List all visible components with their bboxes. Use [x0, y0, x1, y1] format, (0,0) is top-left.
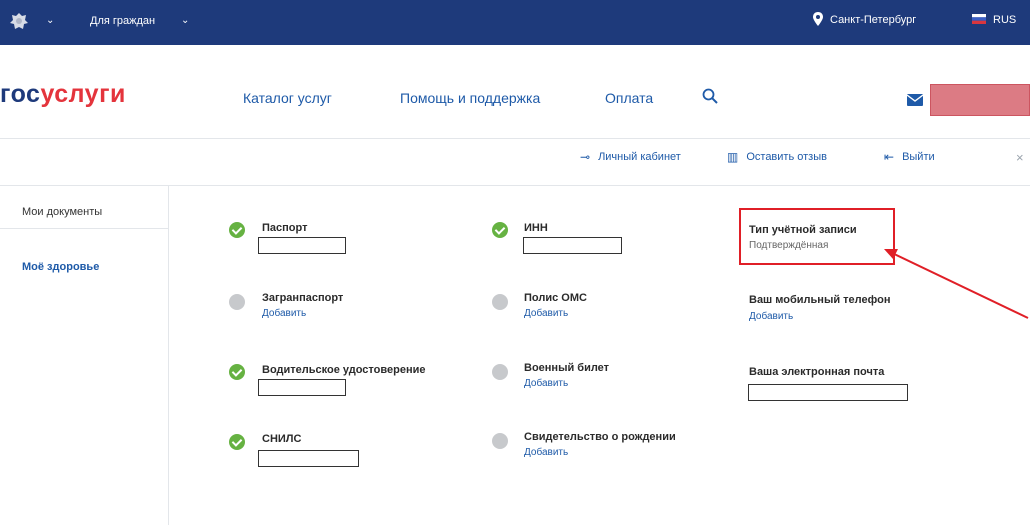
- driver-license-field-redacted: [258, 379, 346, 396]
- snils-status-ok-icon: [229, 434, 245, 450]
- nav-payment-link[interactable]: Оплата: [605, 90, 653, 106]
- sidebar-divider: [168, 186, 169, 525]
- personal-cabinet-label: Личный кабинет: [598, 151, 681, 163]
- sidebar-item-my-documents[interactable]: Мои документы: [22, 206, 102, 218]
- user-account-button-redacted[interactable]: [930, 84, 1030, 116]
- annotation-arrow-icon: [884, 249, 1029, 319]
- search-icon[interactable]: [702, 88, 718, 104]
- key-icon: ⊸: [580, 150, 591, 164]
- leave-feedback-label: Оставить отзыв: [746, 151, 827, 163]
- personal-cabinet-link[interactable]: ⊸ Личный кабинет: [580, 150, 681, 164]
- sidebar-item-my-health[interactable]: Моё здоровье: [22, 261, 99, 273]
- driver-license-title[interactable]: Водительское удостоверение: [262, 364, 425, 376]
- citizens-chevron-down-icon[interactable]: ⌄: [181, 15, 189, 26]
- logo-part-uslugi: услуги: [40, 80, 126, 108]
- subbar-divider: [0, 185, 1030, 186]
- mobile-phone-title[interactable]: Ваш мобильный телефон: [749, 294, 890, 306]
- email-field-redacted: [748, 384, 908, 401]
- mobile-phone-add-link[interactable]: Добавить: [749, 311, 793, 322]
- nav-catalog-link[interactable]: Каталог услуг: [243, 90, 332, 106]
- leave-feedback-link[interactable]: ▥ Оставить отзыв: [727, 150, 827, 164]
- passport-title[interactable]: Паспорт: [262, 222, 307, 234]
- email-title[interactable]: Ваша электронная почта: [749, 366, 884, 378]
- logo-part-gos: гос: [0, 80, 41, 108]
- language-selector[interactable]: RUS: [993, 14, 1016, 26]
- driver-license-status-ok-icon: [229, 364, 245, 380]
- inn-title[interactable]: ИНН: [524, 222, 548, 234]
- header-divider: [0, 138, 1030, 139]
- emblem-chevron-down-icon[interactable]: ⌄: [46, 15, 54, 26]
- feedback-icon: ▥: [727, 150, 739, 164]
- close-icon[interactable]: ×: [1016, 150, 1024, 165]
- mail-icon[interactable]: [907, 94, 923, 106]
- logout-icon: ⇤: [884, 150, 895, 164]
- snils-field-redacted: [258, 450, 359, 467]
- birth-certificate-status-empty-icon: [492, 433, 508, 449]
- flag-icon[interactable]: [972, 14, 986, 24]
- foreign-passport-add-link[interactable]: Добавить: [262, 308, 306, 319]
- foreign-passport-status-empty-icon: [229, 294, 245, 310]
- snils-title[interactable]: СНИЛС: [262, 433, 301, 445]
- birth-certificate-title[interactable]: Свидетельство о рождении: [524, 431, 676, 443]
- top-bar: ⌄ Для граждан ⌄ Санкт-Петербург RUS: [0, 0, 1030, 45]
- inn-status-ok-icon: [492, 222, 508, 238]
- oms-policy-title[interactable]: Полис ОМС: [524, 292, 587, 304]
- oms-policy-status-empty-icon: [492, 294, 508, 310]
- city-selector[interactable]: Санкт-Петербург: [830, 14, 916, 26]
- birth-certificate-add-link[interactable]: Добавить: [524, 447, 568, 458]
- foreign-passport-title[interactable]: Загранпаспорт: [262, 292, 343, 304]
- logout-label: Выйти: [902, 151, 935, 163]
- sidebar-item-divider: [0, 228, 168, 229]
- coat-of-arms-icon[interactable]: [8, 11, 30, 33]
- gosuslugi-logo[interactable]: госуслуги: [0, 80, 126, 109]
- oms-policy-add-link[interactable]: Добавить: [524, 308, 568, 319]
- citizens-dropdown[interactable]: Для граждан: [90, 15, 155, 27]
- passport-status-ok-icon: [229, 222, 245, 238]
- logout-link[interactable]: ⇤ Выйти: [884, 150, 935, 164]
- military-id-title[interactable]: Военный билет: [524, 362, 609, 374]
- military-id-add-link[interactable]: Добавить: [524, 378, 568, 389]
- military-id-status-empty-icon: [492, 364, 508, 380]
- inn-field-redacted: [523, 237, 622, 254]
- nav-help-link[interactable]: Помощь и поддержка: [400, 90, 540, 106]
- annotation-highlight-box: [739, 208, 895, 265]
- passport-number-field-redacted: [258, 237, 346, 254]
- location-pin-icon[interactable]: [813, 12, 823, 26]
